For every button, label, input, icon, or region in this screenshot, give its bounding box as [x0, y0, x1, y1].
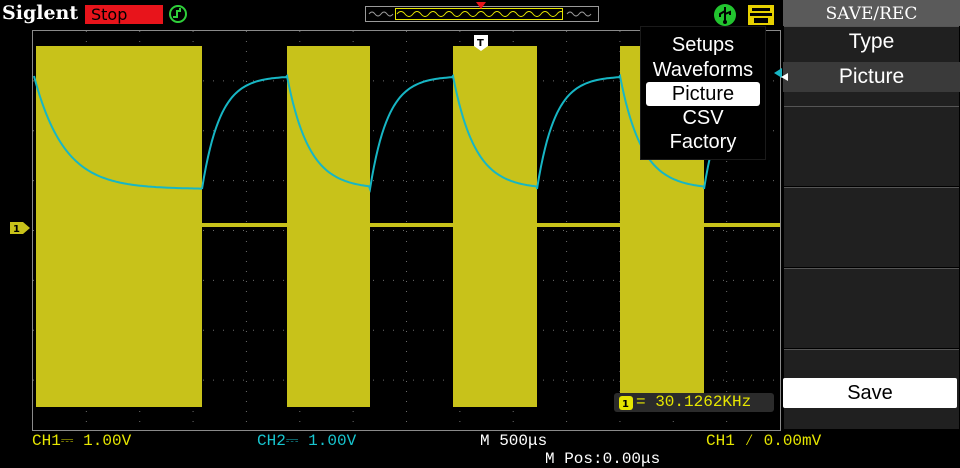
ch1-scale[interactable]: CH1⎓ 1.00V: [32, 432, 131, 450]
ch1-burst: [453, 46, 537, 407]
save-type-popup: Setups Waveforms Picture CSV Factory: [640, 26, 766, 160]
trigger-status[interactable]: CH1 ∕ 0.00mV: [706, 432, 821, 450]
save-button[interactable]: Save: [783, 378, 957, 408]
svg-text:1: 1: [13, 224, 20, 235]
menu-slot-2[interactable]: [784, 106, 959, 186]
svg-text:1: 1: [622, 399, 629, 410]
popup-item-waveforms[interactable]: Waveforms: [641, 58, 765, 82]
ch1-burst: [287, 46, 370, 407]
svg-text:T: T: [477, 38, 484, 49]
ch1-offset-marker[interactable]: 1: [9, 221, 31, 235]
ch1-baseline: [202, 223, 287, 227]
horizontal-position: M Pos:0.00μs: [545, 450, 661, 468]
menu-pointer-icon: [781, 73, 788, 81]
menu-title: SAVE/REC: [783, 0, 960, 26]
trigger-position-marker[interactable]: T: [473, 34, 489, 52]
ch1-baseline: [370, 223, 453, 227]
popup-item-csv[interactable]: CSV: [641, 106, 765, 130]
timebase[interactable]: M 500μs: [480, 432, 547, 450]
ch1-frequency-icon: 1: [619, 396, 633, 410]
ch1-baseline: [704, 223, 780, 227]
ch1-baseline: [537, 223, 620, 227]
ch1-burst: [36, 46, 202, 407]
popup-item-factory[interactable]: Factory: [641, 130, 765, 154]
popup-item-setups[interactable]: Setups: [641, 33, 765, 57]
menu-type-value[interactable]: Picture: [784, 65, 959, 89]
menu-slot-4[interactable]: [784, 268, 959, 348]
frequency-value: = 30.1262KHz: [636, 393, 752, 411]
menu-slot-3[interactable]: [784, 187, 959, 267]
menu-type-label: Type: [848, 30, 895, 53]
frequency-number: 30.1262KHz: [655, 393, 752, 411]
ch2-scale[interactable]: CH2⎓ 1.00V: [257, 432, 356, 450]
popup-item-picture[interactable]: Picture: [646, 82, 760, 106]
